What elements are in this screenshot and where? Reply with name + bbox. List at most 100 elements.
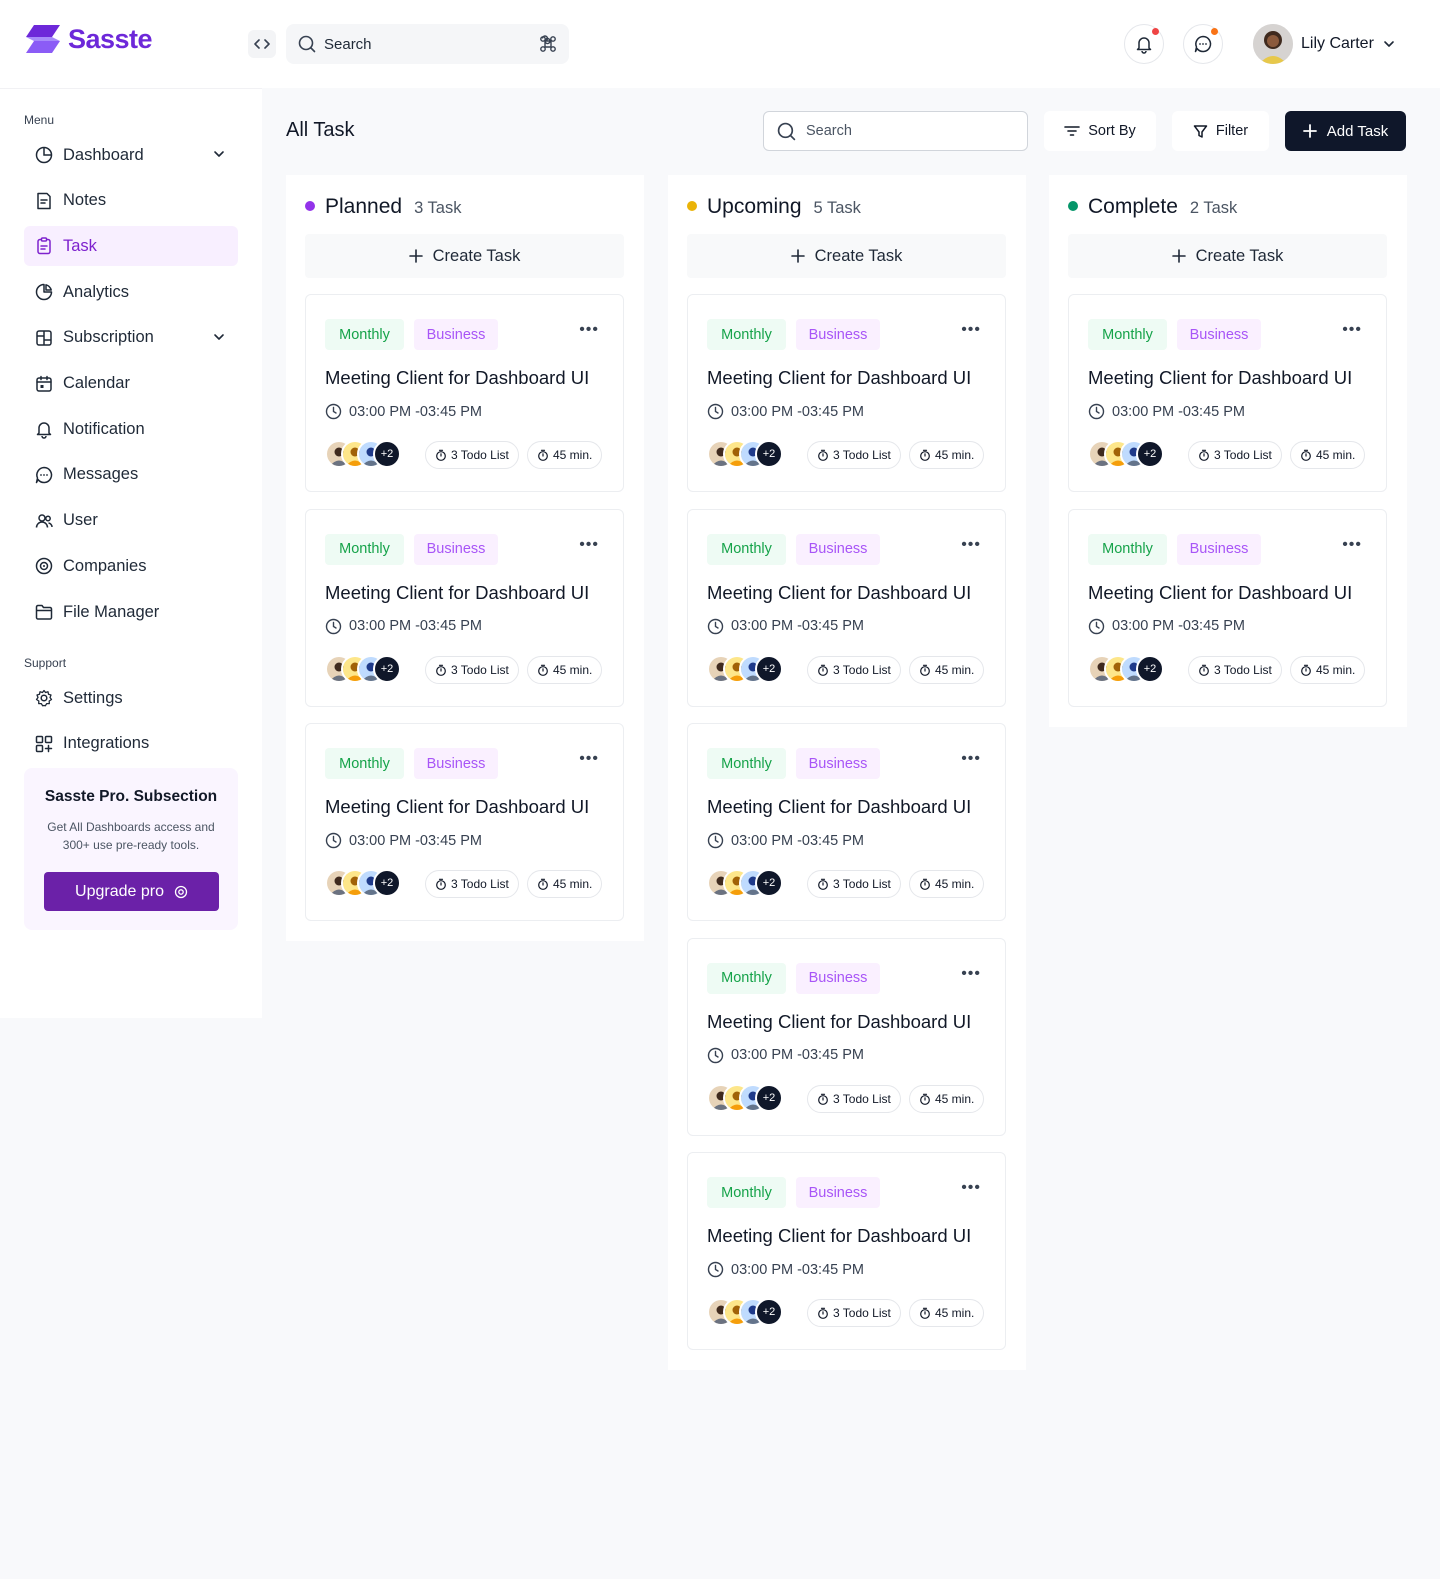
sidebar-item-settings[interactable]: Settings (24, 678, 238, 718)
upgrade-pro-button[interactable]: Upgrade pro (44, 872, 219, 911)
sidebar-item-user[interactable]: User (24, 501, 238, 541)
sidebar-item-label: Subscription (63, 328, 154, 347)
sidebar-item-task[interactable]: Task (24, 226, 238, 267)
tag-monthly: Monthly (707, 533, 786, 565)
assignee-avatars[interactable]: +2 (325, 440, 401, 468)
task-card[interactable]: Monthly Business ••• Meeting Client for … (1068, 294, 1387, 492)
task-card[interactable]: Monthly Business ••• Meeting Client for … (687, 937, 1006, 1136)
sidebar-item-file-manager[interactable]: File Manager (24, 592, 238, 632)
task-card[interactable]: Monthly Business ••• Meeting Client for … (687, 294, 1006, 492)
assignee-avatars[interactable]: +2 (707, 654, 783, 683)
create-task-button[interactable]: Create Task (687, 234, 1006, 278)
more-options-icon[interactable]: ••• (961, 1180, 981, 1196)
status-dot (1068, 201, 1078, 211)
logo[interactable]: Sasste (24, 24, 153, 55)
assignee-avatars[interactable]: +2 (707, 1298, 783, 1326)
duration-label: 45 min. (1316, 448, 1356, 462)
sidebar-item-subscription[interactable]: Subscription (24, 318, 238, 358)
more-options-icon[interactable]: ••• (579, 536, 599, 552)
extra-assignees-count: +2 (755, 869, 783, 897)
assignee-avatars[interactable]: +2 (707, 440, 783, 468)
todo-list-pill[interactable]: 3 Todo List (1188, 441, 1282, 469)
assignee-avatars[interactable]: +2 (325, 869, 401, 897)
plus-icon (408, 249, 423, 263)
todo-list-pill[interactable]: 3 Todo List (425, 655, 519, 684)
more-options-icon[interactable]: ••• (1342, 536, 1362, 552)
timer-icon (920, 1307, 930, 1319)
assignee-avatars[interactable]: +2 (707, 1083, 783, 1112)
task-card[interactable]: Monthly Business ••• Meeting Client for … (1068, 508, 1387, 707)
task-time-label: 03:00 PM -03:45 PM (349, 618, 482, 634)
brand-name: Sasste (68, 24, 153, 54)
todo-list-label: 3 Todo List (1214, 662, 1272, 677)
todo-list-pill[interactable]: 3 Todo List (1188, 655, 1282, 684)
todo-list-pill[interactable]: 3 Todo List (807, 655, 901, 684)
create-task-button[interactable]: Create Task (305, 234, 624, 278)
support-section-label: Support (24, 656, 67, 670)
sort-by-button[interactable]: Sort By (1044, 111, 1156, 151)
sidebar-item-notification[interactable]: Notification (24, 409, 238, 449)
todo-list-label: 3 Todo List (833, 448, 891, 462)
task-card[interactable]: Monthly Business ••• Meeting Client for … (687, 723, 1006, 921)
messages-button[interactable] (1183, 24, 1223, 64)
task-card[interactable]: Monthly Business ••• Meeting Client for … (305, 508, 624, 707)
global-search[interactable] (286, 24, 569, 64)
create-task-button[interactable]: Create Task (1068, 234, 1387, 278)
sidebar-item-integrations[interactable]: Integrations (24, 724, 238, 764)
sidebar-item-messages[interactable]: Messages (24, 455, 238, 495)
assignee-avatars[interactable]: +2 (325, 654, 401, 683)
more-options-icon[interactable]: ••• (961, 536, 981, 552)
task-time: 03:00 PM -03:45 PM (707, 618, 864, 635)
assignee-avatars[interactable]: +2 (707, 869, 783, 897)
gear-icon (34, 688, 54, 708)
collapse-sidebar-button[interactable] (248, 30, 276, 58)
more-options-icon[interactable]: ••• (961, 965, 981, 981)
sidebar-item-calendar[interactable]: Calendar (24, 364, 238, 404)
task-card[interactable]: Monthly Business ••• Meeting Client for … (687, 508, 1006, 707)
todo-list-pill[interactable]: 3 Todo List (425, 870, 519, 898)
plus-icon (1171, 249, 1186, 263)
filter-icon (1193, 124, 1208, 138)
add-task-button[interactable]: Add Task (1285, 111, 1406, 151)
column-title: Planned (325, 195, 403, 218)
more-options-icon[interactable]: ••• (579, 322, 599, 338)
more-options-icon[interactable]: ••• (1342, 322, 1362, 338)
more-options-icon[interactable]: ••• (961, 751, 981, 767)
todo-list-pill[interactable]: 3 Todo List (807, 1299, 901, 1327)
task-card[interactable]: Monthly Business ••• Meeting Client for … (305, 723, 624, 921)
task-time: 03:00 PM -03:45 PM (1088, 618, 1245, 635)
assignee-avatars[interactable]: +2 (1088, 654, 1164, 683)
sidebar-item-notes[interactable]: Notes (24, 181, 238, 221)
sidebar-item-label: Calendar (63, 374, 130, 392)
duration-pill: 45 min. (1290, 655, 1366, 684)
global-search-input[interactable] (324, 35, 539, 53)
todo-list-pill[interactable]: 3 Todo List (807, 441, 901, 469)
filter-button[interactable]: Filter (1172, 111, 1269, 151)
sidebar-item-dashboard[interactable]: Dashboard (24, 135, 238, 175)
todo-list-pill[interactable]: 3 Todo List (425, 441, 519, 469)
tag-business: Business (414, 748, 498, 779)
task-card[interactable]: Monthly Business ••• Meeting Client for … (305, 294, 624, 492)
user-profile-menu[interactable]: Lily Carter (1253, 24, 1396, 64)
timer-icon (436, 449, 446, 461)
todo-list-pill[interactable]: 3 Todo List (807, 1084, 901, 1113)
clock-icon (707, 618, 724, 634)
bell-icon (1136, 37, 1152, 54)
task-search-input[interactable] (806, 123, 1014, 139)
tag-monthly: Monthly (325, 319, 404, 350)
clock-icon (707, 1261, 724, 1278)
more-options-icon[interactable]: ••• (579, 751, 599, 767)
sidebar-item-companies[interactable]: Companies (24, 546, 238, 586)
assignee-avatars[interactable]: +2 (1088, 440, 1164, 468)
notifications-button[interactable] (1124, 24, 1164, 64)
todo-list-pill[interactable]: 3 Todo List (807, 870, 901, 898)
task-card[interactable]: Monthly Business ••• Meeting Client for … (687, 1152, 1006, 1350)
timer-icon (1301, 449, 1311, 461)
column-header: Planned 3 Task (305, 195, 461, 219)
more-options-icon[interactable]: ••• (961, 322, 981, 338)
timer-icon (818, 1307, 828, 1319)
add-task-label: Add Task (1326, 122, 1389, 140)
sidebar-item-analytics[interactable]: Analytics (24, 272, 238, 312)
todo-list-label: 3 Todo List (833, 1091, 891, 1106)
task-search[interactable] (763, 111, 1028, 151)
